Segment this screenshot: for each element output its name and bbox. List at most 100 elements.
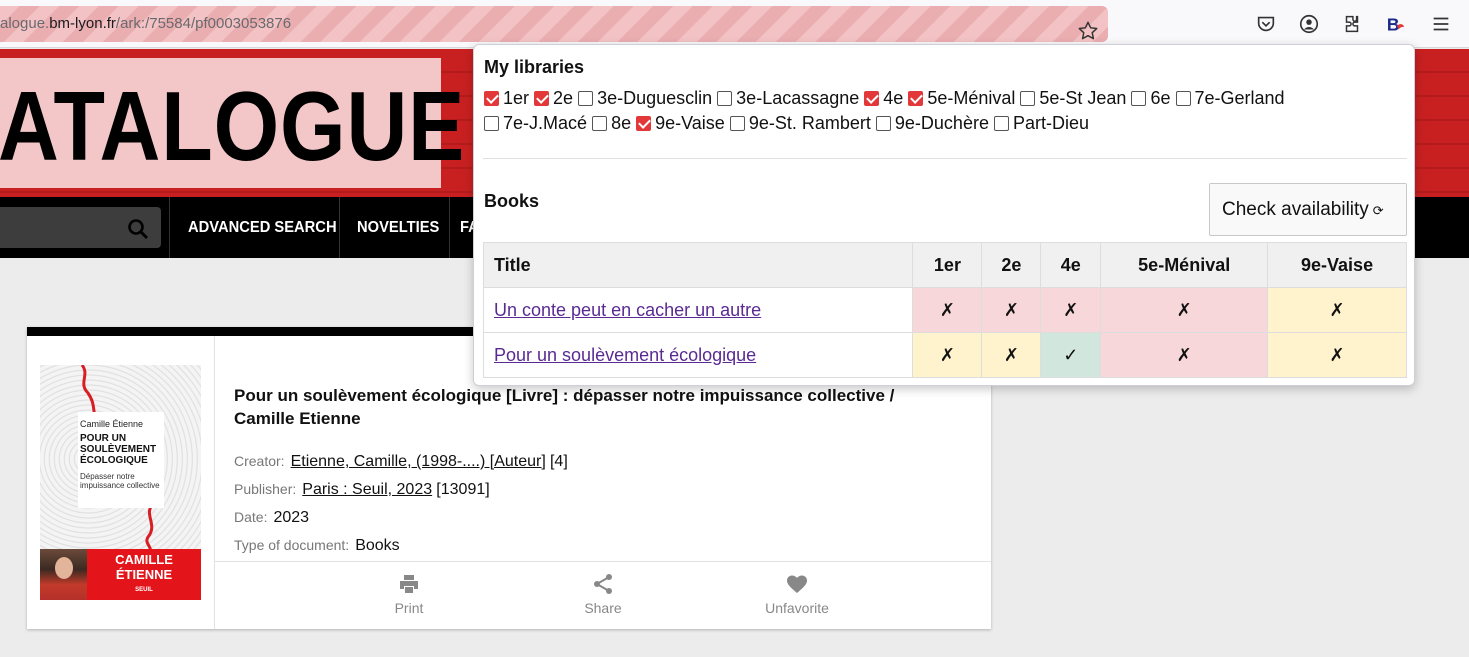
check-availability-button[interactable]: Check availability ⟳: [1209, 183, 1407, 236]
library-label: 9e-St. Rambert: [748, 113, 871, 133]
cover-face: [55, 557, 73, 579]
library-label: 4e: [883, 88, 904, 108]
libraries-heading: My libraries: [484, 57, 585, 77]
library-checkbox[interactable]: [1131, 91, 1147, 106]
library-option[interactable]: 1er: [484, 88, 529, 108]
search-icon[interactable]: [126, 217, 150, 241]
library-option[interactable]: 4e: [864, 88, 903, 108]
library-checkbox[interactable]: [484, 91, 499, 106]
print-label: Print: [394, 600, 424, 616]
availability-popup: My libraries 1er 2e 3e-Duguesclin 3e-Lac…: [473, 44, 1415, 386]
record-actions: Print Share Unfavorite: [215, 561, 991, 629]
creator-count: [4]: [549, 453, 568, 470]
share-icon: [594, 574, 612, 594]
unfavorite-label: Unfavorite: [765, 600, 829, 616]
library-checkbox[interactable]: [1020, 91, 1036, 106]
title-cell: Pour un soulèvement écologique: [482, 332, 914, 378]
unavailable-cell: ✗: [1100, 287, 1269, 333]
library-option[interactable]: 3e-Lacassagne: [717, 88, 859, 108]
url-text[interactable]: alogue.bm-lyon.fr/ark:/75584/pf000305387…: [0, 15, 291, 32]
popup-divider: [483, 158, 1407, 159]
unavailable-cell: ✗: [1040, 287, 1102, 333]
site-title[interactable]: ATALOGUE: [0, 70, 465, 183]
svg-text:B: B: [1387, 14, 1400, 34]
library-checkbox[interactable]: [636, 116, 652, 131]
library-option[interactable]: 2e: [534, 88, 573, 108]
library-option[interactable]: 7e-J.Macé: [484, 113, 587, 133]
nav-divider: [449, 197, 450, 258]
type-label: Type of document:: [234, 537, 350, 553]
library-option[interactable]: 7e-Gerland: [1175, 88, 1285, 108]
library-option[interactable]: 6e: [1131, 88, 1171, 108]
search-input[interactable]: [0, 207, 161, 248]
library-option[interactable]: 5e-Ménival: [908, 88, 1015, 108]
books-heading: Books: [484, 191, 540, 211]
heart-icon: [787, 575, 807, 593]
library-checkbox[interactable]: [534, 91, 550, 106]
url-bar[interactable]: alogue.bm-lyon.fr/ark:/75584/pf000305387…: [0, 6, 1108, 42]
cover-band: CAMILLE ÉTIENNE SEUIL: [87, 549, 201, 600]
bookmark-star-icon[interactable]: [1077, 20, 1099, 42]
print-icon: [400, 575, 418, 593]
print-button[interactable]: Print: [349, 572, 469, 616]
nav-divider: [169, 197, 170, 258]
cover-author: Camille Étienne: [80, 419, 144, 429]
library-option[interactable]: 9e-Duchère: [875, 113, 989, 133]
library-option[interactable]: 8e: [592, 113, 631, 133]
record-title[interactable]: Pour un soulèvement écologique [Livre] :…: [234, 384, 954, 430]
meta-type: Type of document: Books: [234, 537, 400, 555]
extension-b-icon[interactable]: B: [1385, 13, 1407, 35]
library-checkbox[interactable]: [993, 116, 1009, 131]
library-checkbox[interactable]: [592, 116, 608, 131]
library-checkbox-list: 1er 2e 3e-Duguesclin 3e-Lacassagne 4e 5e…: [484, 86, 1389, 136]
library-checkbox[interactable]: [908, 91, 924, 106]
library-option[interactable]: 9e-Vaise: [636, 113, 725, 133]
table-row: Un conte peut en cacher un autre ✗ ✗ ✗ ✗ ✗: [482, 287, 1407, 333]
library-checkbox[interactable]: [864, 91, 880, 106]
book-title-link[interactable]: Un conte peut en cacher un autre: [494, 300, 761, 320]
library-checkbox[interactable]: [578, 91, 594, 106]
type-value: Books: [355, 537, 400, 554]
meta-creator: Creator: Etienne, Camille, (1998-....) [A…: [234, 453, 568, 471]
available-cell: ✓: [1040, 332, 1102, 378]
cover-author-name: CAMILLE ÉTIENNE: [115, 552, 173, 582]
extensions-icon[interactable]: [1341, 13, 1363, 35]
unavailable-cell: ✗: [981, 287, 1042, 333]
library-checkbox[interactable]: [1175, 91, 1191, 106]
library-option[interactable]: 5e-St Jean: [1020, 88, 1126, 108]
library-option[interactable]: 3e-Duguesclin: [578, 88, 712, 108]
library-label: 3e-Duguesclin: [597, 88, 713, 108]
unfavorite-button[interactable]: Unfavorite: [737, 572, 857, 616]
nav-advanced-search[interactable]: ADVANCED SEARCH: [188, 219, 337, 237]
column-header: 2e: [981, 242, 1042, 288]
banner-highlight: ATALOGUE: [0, 58, 464, 188]
cover-photo: [40, 549, 87, 600]
cover-subtitle: Dépasser notre impuissance collective: [80, 472, 160, 490]
pocket-icon[interactable]: [1255, 13, 1277, 35]
table-header-row: Title 1er 2e 4e 5e-Ménival 9e-Vaise: [482, 242, 1407, 288]
library-checkbox[interactable]: [484, 116, 499, 131]
library-checkbox[interactable]: [875, 116, 891, 131]
library-checkbox[interactable]: [729, 116, 745, 131]
book-title-link[interactable]: Pour un soulèvement écologique: [494, 345, 756, 365]
url-path: /ark:/75584/pf0003053876: [115, 15, 292, 32]
nav-novelties[interactable]: NOVELTIES: [357, 219, 439, 237]
meta-date: Date: 2023: [234, 509, 309, 527]
book-cover[interactable]: Camille Étienne POUR UN SOULÈVEMENT ÉCOL…: [40, 365, 201, 600]
library-option[interactable]: Part-Dieu: [993, 113, 1090, 133]
meta-publisher: Publisher: Paris : Seuil, 2023 [13091]: [234, 481, 490, 499]
share-button[interactable]: Share: [543, 572, 663, 616]
table-body: Un conte peut en cacher un autre ✗ ✗ ✗ ✗ ✗ Pou…: [482, 287, 1407, 378]
column-header: 5e-Ménival: [1100, 242, 1269, 288]
menu-icon[interactable]: [1430, 13, 1452, 35]
availability-table: Title 1er 2e 4e 5e-Ménival 9e-Vaise Un conte …: [482, 242, 1407, 378]
library-label: 9e-Vaise: [655, 113, 725, 133]
creator-link[interactable]: Etienne, Camille, (1998-....) [Auteur]: [291, 453, 546, 470]
library-checkbox[interactable]: [717, 91, 733, 106]
share-label: Share: [584, 600, 622, 616]
library-label: Part-Dieu: [1012, 113, 1090, 133]
library-option[interactable]: 9e-St. Rambert: [729, 113, 871, 133]
account-icon[interactable]: [1298, 13, 1320, 35]
unavailable-cell: ✗: [981, 332, 1042, 378]
publisher-link[interactable]: Paris : Seuil, 2023: [302, 481, 432, 498]
